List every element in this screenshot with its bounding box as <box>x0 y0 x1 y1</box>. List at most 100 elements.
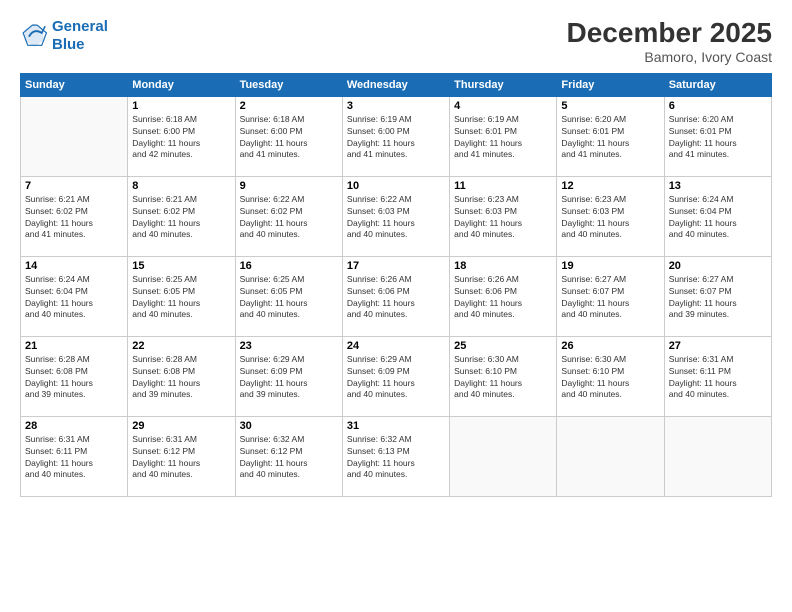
day-number: 6 <box>669 100 767 112</box>
day-number: 17 <box>347 260 445 272</box>
day-info: Sunrise: 6:29 AMSunset: 6:09 PMDaylight:… <box>347 354 445 402</box>
calendar-table: Sunday Monday Tuesday Wednesday Thursday… <box>20 73 772 497</box>
logo-line1: General <box>52 18 108 35</box>
logo: General Blue <box>20 18 108 54</box>
day-info: Sunrise: 6:25 AMSunset: 6:05 PMDaylight:… <box>132 274 230 322</box>
day-info: Sunrise: 6:30 AMSunset: 6:10 PMDaylight:… <box>454 354 552 402</box>
day-number: 22 <box>132 340 230 352</box>
day-info: Sunrise: 6:30 AMSunset: 6:10 PMDaylight:… <box>561 354 659 402</box>
day-info: Sunrise: 6:21 AMSunset: 6:02 PMDaylight:… <box>25 194 123 242</box>
logo-text: General Blue <box>52 18 108 54</box>
day-info: Sunrise: 6:31 AMSunset: 6:11 PMDaylight:… <box>669 354 767 402</box>
calendar-week-row: 7 Sunrise: 6:21 AMSunset: 6:02 PMDaylight… <box>21 176 772 256</box>
day-info: Sunrise: 6:19 AMSunset: 6:01 PMDaylight:… <box>454 114 552 162</box>
table-row: 22 Sunrise: 6:28 AMSunset: 6:08 PMDayligh… <box>128 336 235 416</box>
col-tuesday: Tuesday <box>235 73 342 96</box>
day-number: 10 <box>347 180 445 192</box>
calendar-week-row: 1Sunrise: 6:18 AMSunset: 6:00 PMDaylight… <box>21 96 772 176</box>
day-info: Sunrise: 6:18 AMSunset: 6:00 PMDaylight:… <box>132 114 230 162</box>
col-thursday: Thursday <box>450 73 557 96</box>
calendar-title: December 2025 <box>567 18 772 49</box>
table-row <box>557 416 664 496</box>
day-number: 19 <box>561 260 659 272</box>
day-number: 16 <box>240 260 338 272</box>
table-row: 4 Sunrise: 6:19 AMSunset: 6:01 PMDaylight… <box>450 96 557 176</box>
day-number: 7 <box>25 180 123 192</box>
table-row: 29 Sunrise: 6:31 AMSunset: 6:12 PMDayligh… <box>128 416 235 496</box>
table-row: 21 Sunrise: 6:28 AMSunset: 6:08 PMDayligh… <box>21 336 128 416</box>
day-number: 13 <box>669 180 767 192</box>
title-block: December 2025 Bamoro, Ivory Coast <box>567 18 772 65</box>
day-info: Sunrise: 6:23 AMSunset: 6:03 PMDaylight:… <box>561 194 659 242</box>
day-info: Sunrise: 6:32 AMSunset: 6:13 PMDaylight:… <box>347 434 445 482</box>
day-info: Sunrise: 6:32 AMSunset: 6:12 PMDaylight:… <box>240 434 338 482</box>
day-info: Sunrise: 6:25 AMSunset: 6:05 PMDaylight:… <box>240 274 338 322</box>
day-number: 21 <box>25 340 123 352</box>
day-info: Sunrise: 6:24 AMSunset: 6:04 PMDaylight:… <box>669 194 767 242</box>
day-info: Sunrise: 6:31 AMSunset: 6:11 PMDaylight:… <box>25 434 123 482</box>
day-info: Sunrise: 6:28 AMSunset: 6:08 PMDaylight:… <box>25 354 123 402</box>
day-number: 4 <box>454 100 552 112</box>
day-number: 23 <box>240 340 338 352</box>
calendar-subtitle: Bamoro, Ivory Coast <box>567 49 772 65</box>
logo-icon <box>20 22 48 50</box>
page: General Blue December 2025 Bamoro, Ivory… <box>0 0 792 612</box>
day-number: 24 <box>347 340 445 352</box>
day-info: Sunrise: 6:20 AMSunset: 6:01 PMDaylight:… <box>561 114 659 162</box>
table-row: 24 Sunrise: 6:29 AMSunset: 6:09 PMDayligh… <box>342 336 449 416</box>
col-friday: Friday <box>557 73 664 96</box>
table-row: 19 Sunrise: 6:27 AMSunset: 6:07 PMDayligh… <box>557 256 664 336</box>
day-number: 3 <box>347 100 445 112</box>
table-row: 17 Sunrise: 6:26 AMSunset: 6:06 PMDayligh… <box>342 256 449 336</box>
day-info: Sunrise: 6:22 AMSunset: 6:03 PMDaylight:… <box>347 194 445 242</box>
table-row: 8Sunrise: 6:21 AMSunset: 6:02 PMDaylight… <box>128 176 235 256</box>
day-number: 12 <box>561 180 659 192</box>
table-row: 30 Sunrise: 6:32 AMSunset: 6:12 PMDayligh… <box>235 416 342 496</box>
table-row: 13 Sunrise: 6:24 AMSunset: 6:04 PMDayligh… <box>664 176 771 256</box>
col-monday: Monday <box>128 73 235 96</box>
day-info: Sunrise: 6:29 AMSunset: 6:09 PMDaylight:… <box>240 354 338 402</box>
day-number: 20 <box>669 260 767 272</box>
table-row: 7 Sunrise: 6:21 AMSunset: 6:02 PMDaylight… <box>21 176 128 256</box>
table-row: 20Sunrise: 6:27 AMSunset: 6:07 PMDayligh… <box>664 256 771 336</box>
table-row: 5 Sunrise: 6:20 AMSunset: 6:01 PMDaylight… <box>557 96 664 176</box>
day-number: 18 <box>454 260 552 272</box>
day-number: 29 <box>132 420 230 432</box>
table-row: 6 Sunrise: 6:20 AMSunset: 6:01 PMDaylight… <box>664 96 771 176</box>
calendar-week-row: 28Sunrise: 6:31 AMSunset: 6:11 PMDayligh… <box>21 416 772 496</box>
table-row <box>450 416 557 496</box>
day-info: Sunrise: 6:28 AMSunset: 6:08 PMDaylight:… <box>132 354 230 402</box>
calendar-week-row: 14Sunrise: 6:24 AMSunset: 6:04 PMDayligh… <box>21 256 772 336</box>
day-number: 25 <box>454 340 552 352</box>
table-row: 14Sunrise: 6:24 AMSunset: 6:04 PMDayligh… <box>21 256 128 336</box>
calendar-header-row: Sunday Monday Tuesday Wednesday Thursday… <box>21 73 772 96</box>
day-info: Sunrise: 6:27 AMSunset: 6:07 PMDaylight:… <box>561 274 659 322</box>
day-number: 5 <box>561 100 659 112</box>
table-row: 28Sunrise: 6:31 AMSunset: 6:11 PMDayligh… <box>21 416 128 496</box>
day-info: Sunrise: 6:26 AMSunset: 6:06 PMDaylight:… <box>454 274 552 322</box>
day-info: Sunrise: 6:26 AMSunset: 6:06 PMDaylight:… <box>347 274 445 322</box>
logo-line2: Blue <box>52 36 85 53</box>
table-row: 25 Sunrise: 6:30 AMSunset: 6:10 PMDayligh… <box>450 336 557 416</box>
day-number: 11 <box>454 180 552 192</box>
table-row: 10 Sunrise: 6:22 AMSunset: 6:03 PMDayligh… <box>342 176 449 256</box>
day-number: 27 <box>669 340 767 352</box>
day-number: 15 <box>132 260 230 272</box>
day-number: 26 <box>561 340 659 352</box>
table-row <box>664 416 771 496</box>
day-info: Sunrise: 6:20 AMSunset: 6:01 PMDaylight:… <box>669 114 767 162</box>
table-row: 31Sunrise: 6:32 AMSunset: 6:13 PMDayligh… <box>342 416 449 496</box>
table-row: 3Sunrise: 6:19 AMSunset: 6:00 PMDaylight… <box>342 96 449 176</box>
day-info: Sunrise: 6:23 AMSunset: 6:03 PMDaylight:… <box>454 194 552 242</box>
day-info: Sunrise: 6:31 AMSunset: 6:12 PMDaylight:… <box>132 434 230 482</box>
col-saturday: Saturday <box>664 73 771 96</box>
calendar-week-row: 21 Sunrise: 6:28 AMSunset: 6:08 PMDayligh… <box>21 336 772 416</box>
day-number: 8 <box>132 180 230 192</box>
day-number: 30 <box>240 420 338 432</box>
table-row: 26 Sunrise: 6:30 AMSunset: 6:10 PMDayligh… <box>557 336 664 416</box>
header: General Blue December 2025 Bamoro, Ivory… <box>20 18 772 65</box>
table-row: 12 Sunrise: 6:23 AMSunset: 6:03 PMDayligh… <box>557 176 664 256</box>
table-row: 9Sunrise: 6:22 AMSunset: 6:02 PMDaylight… <box>235 176 342 256</box>
col-sunday: Sunday <box>21 73 128 96</box>
col-wednesday: Wednesday <box>342 73 449 96</box>
